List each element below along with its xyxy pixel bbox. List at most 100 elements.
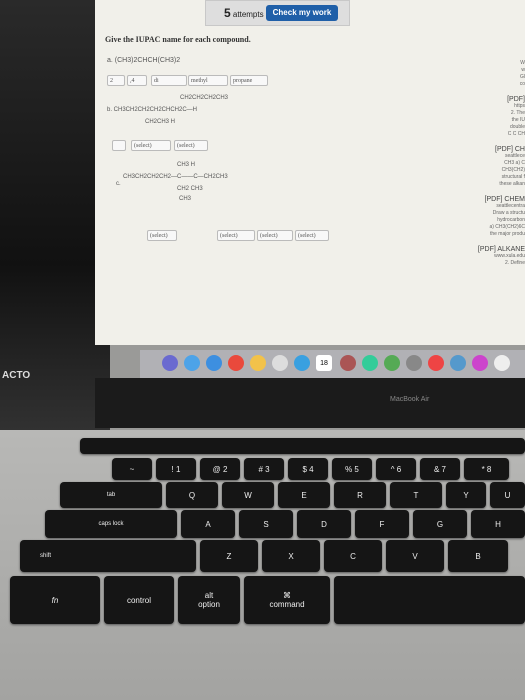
check-my-work-button[interactable]: Check my work [266, 5, 338, 21]
key-shift[interactable]: shift [20, 540, 196, 572]
key-5[interactable]: % 5 [332, 458, 372, 480]
compound-b-line2: b. CH3CH2CH2CH2CHCH2C—H [107, 107, 198, 113]
result-text: these alkan [499, 181, 525, 187]
key-6[interactable]: ^ 6 [376, 458, 416, 480]
b-locant-input[interactable] [112, 140, 126, 151]
result-text: [PDF] CHEM [484, 196, 525, 203]
sticker: ACTO [2, 370, 31, 381]
key-t[interactable]: T [390, 482, 442, 508]
key-command[interactable]: ⌘ command [244, 576, 330, 624]
key-2[interactable]: @ 2 [200, 458, 240, 480]
key-r[interactable]: R [334, 482, 386, 508]
key-fn[interactable]: fn [10, 576, 100, 624]
c-select-4[interactable]: (select) [295, 230, 329, 241]
result-text: w [521, 67, 525, 73]
attempts-header: 5 attempts left Check my work [205, 0, 350, 26]
result-3[interactable]: [PDF] CHEM seattlecentra Draw a structu hyd… [465, 196, 525, 238]
key-space[interactable] [334, 576, 525, 624]
b-select-1[interactable]: (select) [131, 140, 171, 151]
screen: 5 attempts left Check my work Give the I… [95, 0, 525, 345]
key-z[interactable]: Z [200, 540, 258, 572]
key-y[interactable]: Y [446, 482, 486, 508]
key-control[interactable]: control [104, 576, 174, 624]
facetime-icon[interactable] [384, 355, 400, 371]
search-results-panel: Ww Gl co [PDF] https 2. The the IU double C C C… [465, 60, 525, 267]
key-option[interactable]: alt option [178, 576, 240, 624]
messages-icon[interactable] [362, 355, 378, 371]
compound-c-line3: CH2 CH3 [177, 186, 203, 192]
key-f[interactable]: F [355, 510, 409, 538]
photos-icon[interactable] [250, 355, 266, 371]
key-3[interactable]: # 3 [244, 458, 284, 480]
key-e[interactable]: E [278, 482, 330, 508]
key-u[interactable]: U [490, 482, 525, 508]
key-b[interactable]: B [448, 540, 508, 572]
key-tilde[interactable]: ~ [112, 458, 152, 480]
key-v[interactable]: V [386, 540, 444, 572]
contacts-icon[interactable] [272, 355, 288, 371]
prefix-select[interactable]: di [151, 75, 187, 86]
key-7[interactable]: & 7 [420, 458, 460, 480]
compound-a-formula: a. (CH3)2CHCH(CH3)2 [107, 57, 181, 64]
result-text: seattlecentra [496, 203, 525, 209]
result-text: 2. Define [504, 260, 525, 266]
compound-c-label: c. [116, 181, 121, 187]
compound-b-line3: CH2CH3 H [145, 119, 176, 125]
calendar-icon[interactable]: 18 [316, 355, 332, 371]
app-icon[interactable] [494, 355, 510, 371]
result-text: co [519, 81, 525, 87]
result-text: [PDF] ALKANE [477, 246, 525, 253]
b-select-2[interactable]: (select) [174, 140, 208, 151]
key-s[interactable]: S [239, 510, 293, 538]
result-text: the major produ [489, 231, 525, 237]
app-icon[interactable] [472, 355, 488, 371]
result-text: CH3(CH2) [501, 167, 525, 173]
key-4[interactable]: $ 4 [288, 458, 328, 480]
compound-c-line1: CH3 H [177, 162, 196, 168]
appstore-icon[interactable] [294, 355, 310, 371]
launchpad-icon[interactable] [184, 355, 200, 371]
key-c[interactable]: C [324, 540, 382, 572]
result-1[interactable]: [PDF] https 2. The the IU double C C CH [465, 96, 525, 138]
compound-c-line4: CH3 [179, 196, 192, 202]
locant-1-input[interactable]: 2 [107, 75, 125, 86]
key-w[interactable]: W [222, 482, 274, 508]
key-tab[interactable]: tab [60, 482, 162, 508]
function-row[interactable] [80, 438, 525, 454]
result-2[interactable]: [PDF] CH seattlece CH3 a) C CH3(CH2) structu… [465, 146, 525, 188]
c-select-3[interactable]: (select) [257, 230, 293, 241]
key-caps-lock[interactable]: caps lock [45, 510, 177, 538]
parent-select[interactable]: propane [230, 75, 268, 86]
keyboard: ~ ! 1 @ 2 # 3 $ 4 % 5 ^ 6 & 7 * 8 tab Q … [0, 430, 525, 700]
key-8[interactable]: * 8 [464, 458, 509, 480]
result-0: Ww Gl co [465, 60, 525, 88]
result-text: seattlece [504, 153, 525, 159]
siri-icon[interactable] [162, 355, 178, 371]
screen-bezel [95, 378, 525, 428]
c-select-2[interactable]: (select) [217, 230, 255, 241]
result-4[interactable]: [PDF] ALKANE www.xula.edu 2. Define [465, 246, 525, 267]
brand-label: MacBook Air [390, 396, 430, 403]
key-d[interactable]: D [297, 510, 351, 538]
result-text: Gl [520, 74, 525, 80]
locant-2-input[interactable]: ,4 [127, 75, 147, 86]
result-text: C C CH [507, 131, 525, 137]
substituent-select[interactable]: methyl [188, 75, 228, 86]
key-g[interactable]: G [413, 510, 467, 538]
app-icon[interactable] [450, 355, 466, 371]
c-select-1[interactable]: (select) [147, 230, 177, 241]
safari-icon[interactable] [206, 355, 222, 371]
app-icon[interactable] [428, 355, 444, 371]
compound-b-line1: CH2CH2CH2CH3 [180, 95, 229, 101]
result-text: double [509, 124, 525, 130]
key-h[interactable]: H [471, 510, 525, 538]
itunes-icon[interactable] [340, 355, 356, 371]
chrome-icon[interactable] [228, 355, 244, 371]
key-q[interactable]: Q [166, 482, 218, 508]
settings-icon[interactable] [406, 355, 422, 371]
result-text: Draw a structu [492, 210, 525, 216]
key-a[interactable]: A [181, 510, 235, 538]
instruction: Give the IUPAC name for each compound. [105, 35, 251, 44]
key-1[interactable]: ! 1 [156, 458, 196, 480]
key-x[interactable]: X [262, 540, 320, 572]
